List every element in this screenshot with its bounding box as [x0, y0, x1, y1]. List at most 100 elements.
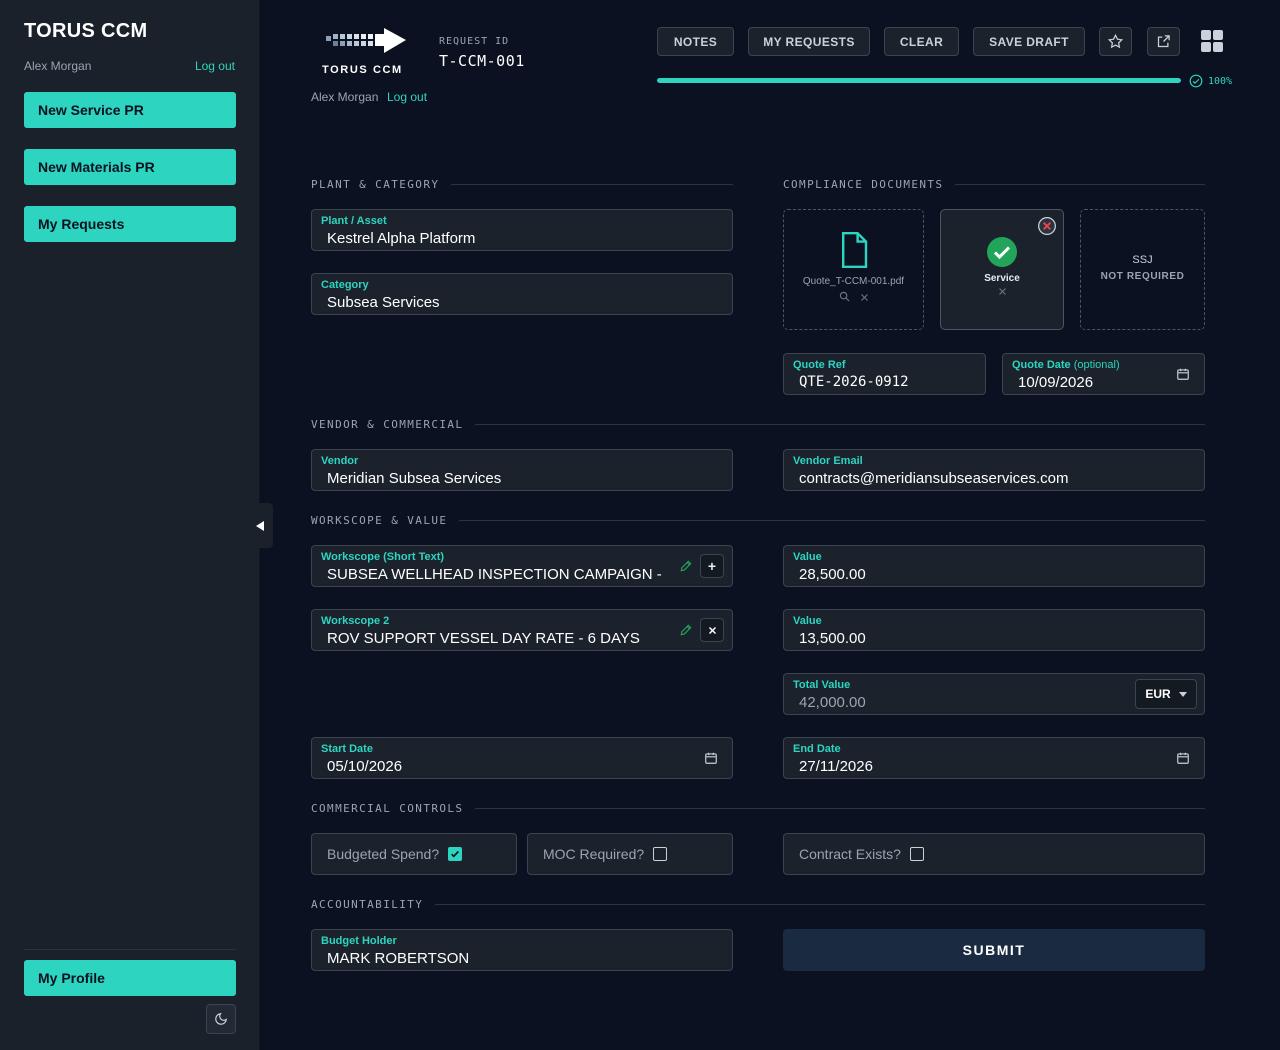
close-circle-icon[interactable] — [1037, 216, 1057, 236]
workscope-1-label: Workscope (Short Text) — [321, 551, 445, 563]
moc-required-checkbox-box[interactable] — [653, 847, 668, 861]
ssj-status: NOT REQUIRED — [1100, 271, 1185, 282]
add-workscope-button[interactable]: + — [700, 554, 724, 578]
end-date-field[interactable]: End Date 27/11/2026 — [783, 737, 1205, 779]
budget-holder-value: MARK ROBERTSON — [327, 950, 470, 967]
caret-left-icon — [255, 520, 264, 531]
chevron-down-icon — [1178, 691, 1187, 697]
section-vendor-commercial: VENDOR & COMMERCIAL — [311, 418, 1205, 431]
start-date-field[interactable]: Start Date 05/10/2026 — [311, 737, 733, 779]
sidebar-item-my-profile[interactable]: My Profile — [24, 960, 236, 996]
theme-toggle-button[interactable] — [206, 1004, 236, 1034]
quote-date-field[interactable]: Quote Date (optional) 10/09/2026 — [1002, 353, 1205, 395]
my-requests-button[interactable]: MY REQUESTS — [748, 27, 870, 56]
request-id-value: T-CCM-001 — [439, 52, 525, 70]
budget-holder-label: Budget Holder — [321, 935, 397, 947]
apps-grid-icon[interactable] — [1200, 29, 1224, 53]
quote-date-value: 10/09/2026 — [1018, 374, 1094, 391]
sidebar-logout-link[interactable]: Log out — [195, 59, 235, 73]
budget-holder-field[interactable]: Budget Holder MARK ROBERTSON — [311, 929, 733, 971]
plus-icon: + — [707, 558, 717, 574]
ssj-document-card: SSJ NOT REQUIRED — [1080, 209, 1205, 330]
sidebar-item-my-requests[interactable]: My Requests — [24, 206, 236, 242]
file-icon — [841, 232, 867, 268]
quote-date-label: Quote Date — [1012, 359, 1071, 371]
vendor-value: Meridian Subsea Services — [327, 470, 502, 487]
value-2-label: Value — [793, 615, 822, 627]
contract-exists-checkbox-box[interactable] — [909, 847, 924, 861]
save-draft-button[interactable]: SAVE DRAFT — [973, 27, 1085, 56]
progress-bar — [657, 78, 1181, 83]
section-plant-category: PLANT & CATEGORY — [311, 178, 733, 191]
pencil-icon[interactable] — [679, 559, 693, 573]
plant-asset-value: Kestrel Alpha Platform — [327, 230, 476, 247]
calendar-icon[interactable] — [1176, 367, 1190, 381]
remove-icon[interactable] — [998, 287, 1007, 296]
moc-required-checkbox[interactable]: MOC Required? — [527, 833, 733, 875]
start-date-label: Start Date — [321, 743, 373, 755]
contract-exists-label: Contract Exists? — [799, 846, 901, 862]
sidebar-user-name: Alex Morgan — [24, 59, 92, 73]
section-commercial-controls: COMMERCIAL CONTROLS — [311, 802, 1205, 815]
section-title: COMMERCIAL CONTROLS — [311, 802, 464, 815]
category-field[interactable]: Category Subsea Services — [311, 273, 733, 315]
workscope-2-value: ROV SUPPORT VESSEL DAY RATE - 6 DAYS — [327, 630, 640, 647]
service-document-card[interactable]: Service — [940, 209, 1064, 330]
submit-button[interactable]: SUBMIT — [783, 929, 1205, 971]
sidebar: TORUS CCM Alex Morgan Log out New Servic… — [0, 0, 260, 1050]
pencil-icon[interactable] — [679, 623, 693, 637]
header-logout-link[interactable]: Log out — [387, 90, 427, 104]
quote-document-card[interactable]: Quote_T-CCM-001.pdf — [783, 209, 924, 330]
calendar-icon[interactable] — [1176, 751, 1190, 765]
value-1-field[interactable]: Value 28,500.00 — [783, 545, 1205, 587]
contract-exists-checkbox[interactable]: Contract Exists? — [783, 833, 1205, 875]
total-value-label: Total Value — [793, 679, 851, 691]
sidebar-item-new-materials-pr[interactable]: New Materials PR — [24, 149, 236, 185]
close-icon — [708, 626, 716, 634]
check-circle-icon — [987, 237, 1017, 267]
request-id-label: REQUEST ID — [439, 36, 510, 47]
remove-icon[interactable] — [860, 293, 869, 302]
header-user-name: Alex Morgan — [311, 90, 379, 104]
section-title: PLANT & CATEGORY — [311, 178, 440, 191]
check-circle-icon — [1189, 74, 1203, 88]
workscope-1-field[interactable]: Workscope (Short Text) SUBSEA WELLHEAD I… — [311, 545, 733, 587]
plant-asset-field[interactable]: Plant / Asset Kestrel Alpha Platform — [311, 209, 733, 251]
workscope-2-field[interactable]: Workscope 2 ROV SUPPORT VESSEL DAY RATE … — [311, 609, 733, 651]
currency-select[interactable]: EUR — [1135, 679, 1197, 709]
value-2-field[interactable]: Value 13,500.00 — [783, 609, 1205, 651]
workscope-1-value: SUBSEA WELLHEAD INSPECTION CAMPAIGN - PH… — [327, 566, 667, 583]
budgeted-spend-label: Budgeted Spend? — [327, 846, 440, 862]
open-external-button[interactable] — [1147, 27, 1180, 56]
section-title: COMPLIANCE DOCUMENTS — [783, 178, 944, 191]
ssj-label: SSJ — [1132, 254, 1153, 266]
calendar-icon[interactable] — [704, 751, 718, 765]
sidebar-divider — [24, 949, 236, 950]
budgeted-spend-checkbox-box[interactable] — [448, 847, 463, 861]
vendor-field[interactable]: Vendor Meridian Subsea Services — [311, 449, 733, 491]
sidebar-item-new-service-pr[interactable]: New Service PR — [24, 92, 236, 128]
vendor-email-value: contracts@meridiansubseaservices.com — [799, 470, 1069, 487]
sidebar-collapse-button[interactable] — [246, 503, 273, 548]
logo-text: TORUS CCM — [322, 64, 403, 76]
clear-button[interactable]: CLEAR — [884, 27, 959, 56]
torus-logo-icon — [326, 28, 406, 53]
favorite-button[interactable] — [1099, 27, 1132, 56]
notes-button[interactable]: NOTES — [657, 27, 734, 56]
section-compliance-documents: COMPLIANCE DOCUMENTS — [783, 178, 1205, 191]
value-1-value: 28,500.00 — [799, 566, 866, 583]
section-title: VENDOR & COMMERCIAL — [311, 418, 464, 431]
section-accountability: ACCOUNTABILITY — [311, 898, 1205, 911]
service-document-label: Service — [984, 273, 1020, 284]
progress-percent: 100% — [1208, 76, 1233, 87]
remove-workscope-button[interactable] — [700, 618, 724, 642]
workscope-2-label: Workscope 2 — [321, 615, 390, 627]
search-icon[interactable] — [839, 291, 850, 302]
currency-value: EUR — [1145, 687, 1171, 701]
vendor-email-field[interactable]: Vendor Email contracts@meridiansubseaser… — [783, 449, 1205, 491]
progress-bar-fill — [657, 78, 1181, 83]
category-label: Category — [321, 279, 369, 291]
quote-ref-field[interactable]: Quote Ref QTE-2026-0912 — [783, 353, 986, 395]
budgeted-spend-checkbox[interactable]: Budgeted Spend? — [311, 833, 517, 875]
quote-ref-value: QTE-2026-0912 — [799, 374, 909, 390]
